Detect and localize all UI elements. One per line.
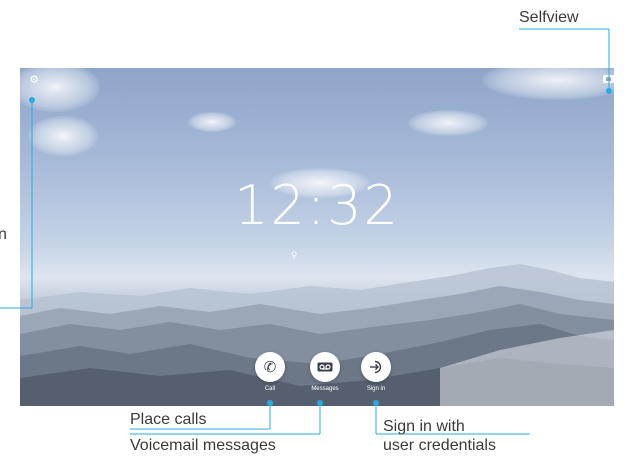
place-calls-callout: Place calls: [130, 411, 207, 428]
location-pin-icon: ⚲: [290, 250, 298, 260]
sign-in-label: Sign in: [366, 386, 386, 392]
sign-in-callout-line2: user credentials: [383, 437, 496, 454]
voicemail-icon: [317, 362, 333, 372]
selfview-callout: Selfview: [519, 9, 579, 26]
voicemail-callout: Voicemail messages: [130, 437, 276, 454]
sign-in-callout-line1: Sign in with: [383, 418, 465, 435]
annotated-screenshot: ⚙ 12:32 ⚲ ✆ Call Messages Sign in Selfvi…: [0, 0, 630, 462]
settings-callout-partial: n: [0, 226, 7, 243]
call-button[interactable]: ✆: [255, 352, 285, 382]
messages-button[interactable]: [310, 352, 340, 382]
clock-time: 12:32: [234, 174, 400, 237]
phone-icon: ✆: [263, 359, 277, 376]
call-label: Call: [264, 386, 276, 392]
selfview-icon[interactable]: [603, 75, 614, 83]
sign-in-icon: [370, 360, 382, 374]
gear-icon[interactable]: ⚙: [27, 73, 41, 87]
sign-in-button[interactable]: [361, 352, 391, 382]
device-home-screen: ⚙ 12:32 ⚲ ✆ Call Messages Sign in: [20, 68, 614, 406]
